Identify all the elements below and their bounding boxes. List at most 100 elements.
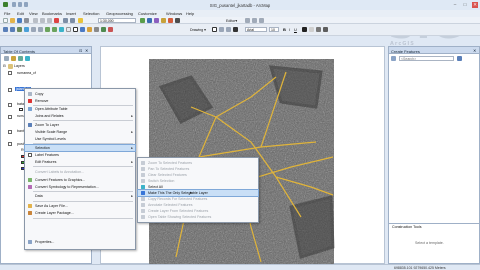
catalog-icon[interactable]	[154, 18, 159, 23]
redo-icon[interactable]	[70, 18, 75, 23]
fill-color-icon[interactable]	[309, 27, 314, 32]
text-tool-icon[interactable]	[233, 27, 238, 32]
identify-icon[interactable]	[80, 27, 85, 32]
rotate-icon[interactable]	[219, 27, 224, 32]
search-icon[interactable]	[457, 56, 462, 61]
layer-checkbox[interactable]	[8, 71, 12, 75]
draw-select-icon[interactable]	[212, 27, 217, 32]
full-extent-icon[interactable]	[24, 27, 29, 32]
back-extent-icon[interactable]	[45, 27, 50, 32]
menu-item-open-attribute-table[interactable]: Open Attribute Table	[25, 106, 135, 112]
zoom-out-icon[interactable]	[10, 27, 15, 32]
new-doc-icon[interactable]	[12, 2, 16, 7]
menu-insert[interactable]: Insert	[66, 11, 76, 16]
menu-selection[interactable]: Selection	[83, 11, 99, 16]
menu-item-joins-relates[interactable]: Joins and Relates ▸	[25, 113, 135, 119]
clear-selection-icon[interactable]	[66, 27, 71, 32]
menu-bookmarks[interactable]: Bookmarks	[42, 11, 62, 16]
drawing-menu[interactable]: Drawing ▾	[190, 28, 206, 32]
menu-item-use-symbol-levels[interactable]: Use Symbol Levels	[25, 136, 135, 142]
split-tool-icon[interactable]	[259, 18, 264, 23]
menu-item-convert-symbology[interactable]: Convert Symbology to Representation...	[25, 184, 135, 190]
list-by-drawing-order-icon[interactable]	[4, 56, 9, 61]
go-to-xy-icon[interactable]	[108, 27, 113, 32]
underline-button[interactable]: U	[294, 27, 297, 32]
editor-menu[interactable]: Editor▾	[226, 19, 237, 23]
add-data-icon[interactable]	[78, 18, 83, 23]
font-size-combo[interactable]: 10	[269, 27, 279, 32]
menu-item-copy[interactable]: Copy	[25, 91, 135, 97]
open-icon[interactable]	[10, 18, 15, 23]
maximize-button[interactable]: □	[462, 2, 468, 8]
toc-icon[interactable]	[147, 18, 152, 23]
menu-item-save-layer-file[interactable]: Save As Layer File...	[25, 203, 135, 209]
print-icon[interactable]	[24, 18, 29, 23]
editor-toolbar-icon[interactable]	[140, 18, 145, 23]
arctoolbox-icon[interactable]	[168, 18, 173, 23]
layers-label[interactable]: Layers	[14, 64, 25, 68]
save-doc-icon[interactable]	[24, 2, 28, 7]
rectangle-icon[interactable]	[226, 27, 231, 32]
menu-item-label-features[interactable]: Label Features	[25, 152, 135, 158]
marker-color-icon[interactable]	[323, 27, 328, 32]
save-icon[interactable]	[17, 18, 22, 23]
layers-expand-icon[interactable]: ⊟	[3, 64, 6, 68]
menu-item-visible-scale-range[interactable]: Visible Scale Range ▸	[25, 129, 135, 135]
zoom-in-icon[interactable]	[3, 27, 8, 32]
organize-templates-icon[interactable]	[391, 56, 396, 61]
menu-item-convert-features-graphics[interactable]: Convert Features to Graphics...	[25, 177, 135, 183]
measure-icon[interactable]	[94, 27, 99, 32]
fixed-zoom-in-icon[interactable]	[31, 27, 36, 32]
layer-checkbox[interactable]	[8, 103, 12, 107]
menu-windows[interactable]: Windows	[166, 11, 182, 16]
menu-item-selection[interactable]: Selection ▸	[24, 144, 136, 152]
forward-extent-icon[interactable]	[52, 27, 57, 32]
scale-combo[interactable]: 1:30,000	[98, 18, 136, 23]
italic-button[interactable]: I	[289, 27, 290, 32]
menu-item-remove[interactable]: Remove	[25, 98, 135, 104]
list-by-visibility-icon[interactable]	[18, 56, 23, 61]
close-button[interactable]: ✕	[472, 2, 478, 8]
map-display[interactable]	[100, 46, 386, 265]
list-by-source-icon[interactable]	[11, 56, 16, 61]
layer-name[interactable]: rumanea_cf	[17, 71, 36, 75]
satellite-map[interactable]	[101, 47, 386, 265]
menu-item-data[interactable]: Data ▸	[25, 193, 135, 199]
cut-icon[interactable]	[33, 18, 38, 23]
select-elements-icon[interactable]	[73, 27, 78, 32]
menu-item-zoom-to-layer[interactable]: Zoom To Layer	[25, 122, 135, 128]
menu-item-properties[interactable]: Properties...	[25, 239, 135, 245]
toc-close-icon[interactable]: ✕	[85, 48, 88, 53]
menu-customize[interactable]: Customize	[138, 11, 157, 16]
menu-edit[interactable]: Edit	[17, 11, 24, 16]
select-features-icon[interactable]	[59, 27, 64, 32]
template-search-input[interactable]: <Search>	[399, 56, 454, 61]
python-icon[interactable]	[175, 18, 180, 23]
search-window-icon[interactable]	[161, 18, 166, 23]
open-doc-icon[interactable]	[18, 2, 22, 7]
paste-icon[interactable]	[47, 18, 52, 23]
line-color-icon[interactable]	[316, 27, 321, 32]
menu-item-edit-features[interactable]: Edit Features ▸	[25, 159, 135, 165]
menu-help[interactable]: Help	[186, 11, 194, 16]
layer-checkbox[interactable]	[8, 115, 12, 119]
menu-geoprocessing[interactable]: Geoprocessing	[106, 11, 133, 16]
layer-checkbox[interactable]	[8, 130, 12, 134]
font-color-icon[interactable]	[302, 27, 307, 32]
minimize-button[interactable]: –	[452, 2, 458, 8]
layer-checkbox[interactable]	[8, 142, 12, 146]
toc-autohide-icon[interactable]: ⊡	[79, 48, 82, 53]
list-by-selection-icon[interactable]	[25, 56, 30, 61]
pan-icon[interactable]	[17, 27, 22, 32]
create-features-close-icon[interactable]: ✕	[473, 48, 476, 53]
new-icon[interactable]	[3, 18, 8, 23]
copy-icon[interactable]	[40, 18, 45, 23]
edit-tool-icon[interactable]	[245, 18, 250, 23]
layer-checkbox[interactable]	[8, 88, 12, 92]
undo-icon[interactable]	[63, 18, 68, 23]
hyperlink-icon[interactable]	[87, 27, 92, 32]
menu-file[interactable]: File	[4, 11, 10, 16]
menu-view[interactable]: View	[29, 11, 38, 16]
find-icon[interactable]	[101, 27, 106, 32]
menu-item-create-layer-package[interactable]: Create Layer Package...	[25, 210, 135, 216]
